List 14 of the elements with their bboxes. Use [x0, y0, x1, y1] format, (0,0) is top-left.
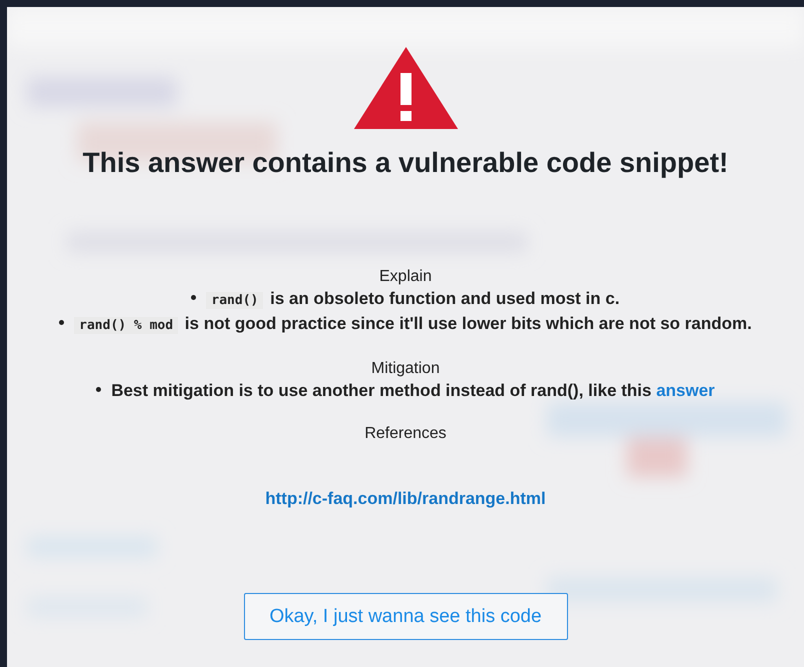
warning-icon: [354, 47, 458, 129]
bullet-icon: [59, 320, 64, 325]
dismiss-button[interactable]: Okay, I just wanna see this code: [244, 593, 568, 640]
list-item-text: rand() % mod is not good practice since it'll use lower bits which are not so random.: [74, 312, 752, 337]
section-heading: References: [364, 424, 446, 444]
bullet-icon: [191, 295, 196, 300]
reference-link[interactable]: http://c-faq.com/lib/randrange.html: [265, 489, 546, 509]
list-item-text: Best mitigation is to use another method instead of rand(), like this answer: [111, 380, 715, 402]
bullet-icon: [96, 387, 102, 392]
section-heading: Explain: [379, 267, 432, 287]
section-heading: Mitigation: [371, 359, 440, 379]
list-item-text: rand() is an obsoleto function and used most in c.: [206, 287, 620, 312]
warning-title: This answer contains a vulnerable code snippet!: [82, 147, 728, 179]
answer-link[interactable]: answer: [656, 381, 715, 400]
